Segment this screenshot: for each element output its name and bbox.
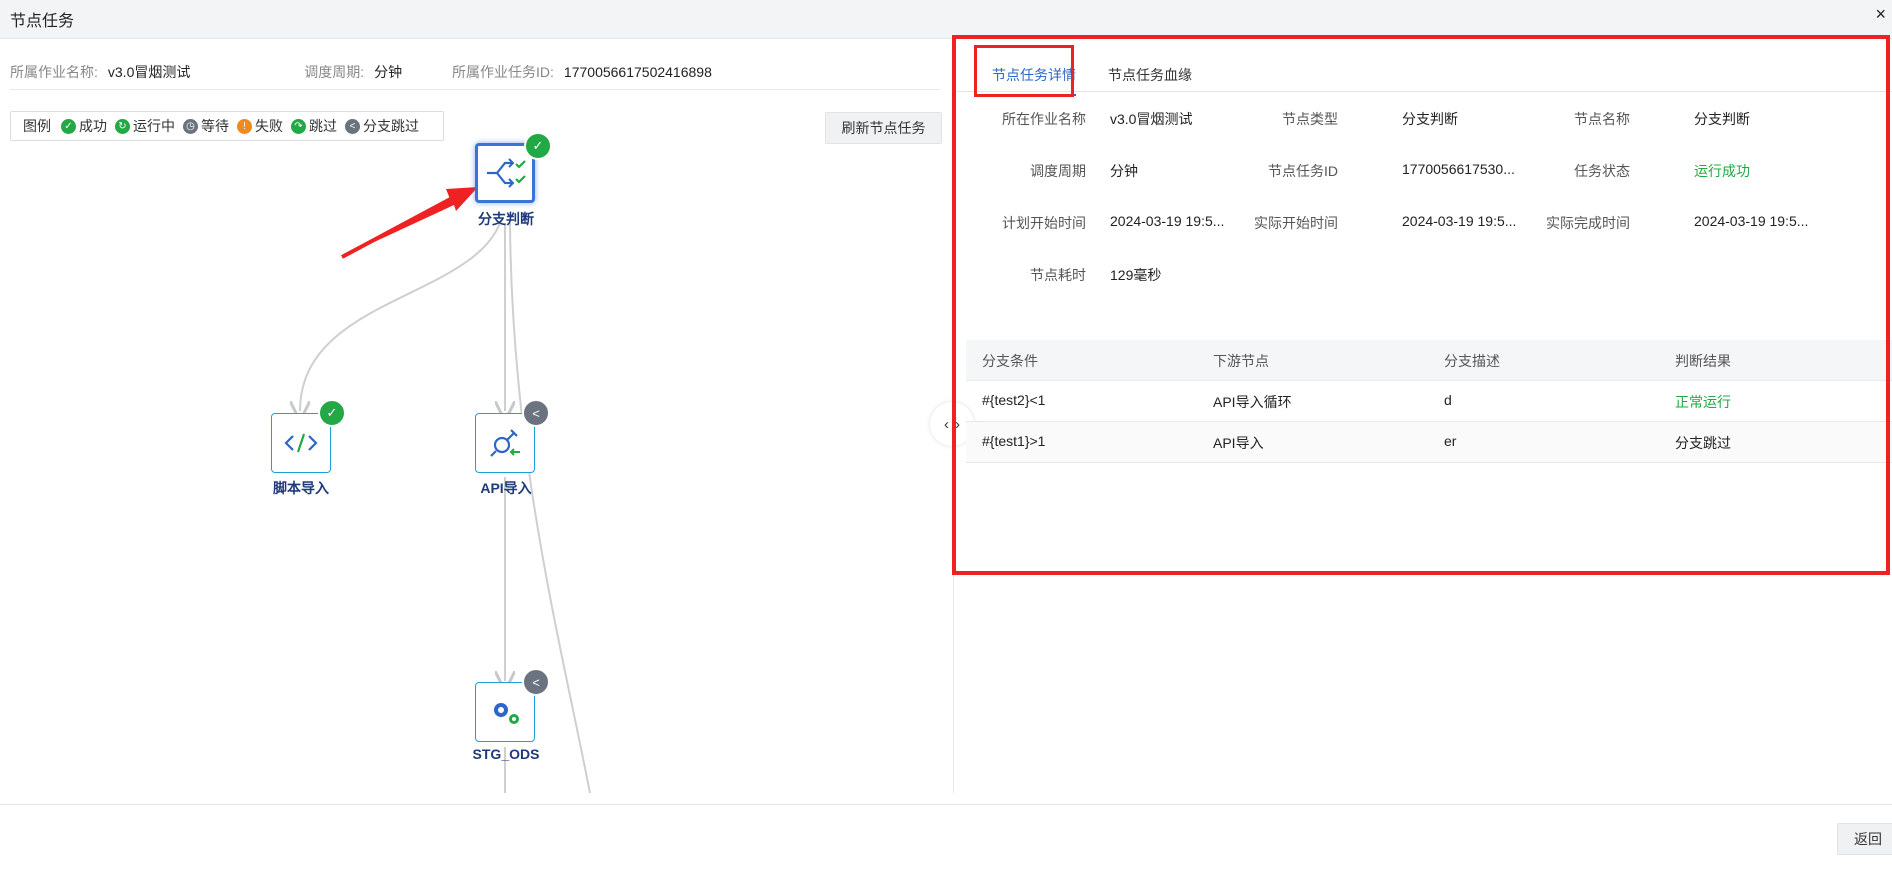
detail-job-name-label: 所在作业名称 (1002, 111, 1086, 127)
detail-job-name-value: v3.0冒烟测试 (1110, 111, 1193, 127)
table-header: 分支条件 下游节点 分支描述 判断结果 (966, 340, 1892, 381)
divider (956, 91, 1892, 92)
code-icon (284, 433, 318, 453)
branch-skipped-badge-icon: < (522, 399, 550, 427)
detail-task-status-value: 运行成功 (1694, 163, 1750, 179)
detail-actual-end-value: 2024-03-19 19:5... (1694, 213, 1809, 229)
node-label-api-import: API导入 (480, 480, 532, 496)
gears-icon (494, 703, 519, 724)
api-plug-icon (490, 429, 520, 457)
detail-node-task-id-value: 1770056617530... (1402, 161, 1515, 177)
cell-downstream: API导入 (1213, 435, 1264, 451)
detail-pane: 节点任务详情 节点任务血缘 所在作业名称 v3.0冒烟测试 节点类型 分支判断 … (956, 39, 1892, 793)
detail-actual-end-label: 实际完成时间 (1546, 215, 1630, 231)
branch-decision-icon (487, 158, 526, 188)
node-label-stg-ods: STG_ODS (472, 746, 540, 762)
node-label-script-import: 脚本导入 (273, 480, 329, 496)
branch-skipped-badge-icon: < (522, 668, 550, 696)
detail-duration-label: 节点耗时 (1030, 267, 1086, 283)
table-row: #{test2}<1 API导入循环 d 正常运行 (966, 381, 1892, 422)
header-condition: 分支条件 (982, 353, 1038, 369)
detail-cycle-label: 调度周期 (1030, 163, 1086, 179)
cell-result: 正常运行 (1675, 394, 1731, 410)
detail-node-type-label: 节点类型 (1282, 111, 1338, 127)
tab-node-task-detail[interactable]: 节点任务详情 (992, 65, 1076, 96)
chevron-left-icon: ‹ (944, 415, 949, 433)
detail-cycle-value: 分钟 (1110, 163, 1138, 179)
cell-description: d (1444, 392, 1452, 408)
header-downstream: 下游节点 (1213, 353, 1269, 369)
edge-branch-to-script (300, 222, 501, 411)
success-badge-icon: ✓ (318, 399, 346, 427)
cell-result: 分支跳过 (1675, 435, 1731, 451)
table-row: #{test1}>1 API导入 er 分支跳过 (966, 422, 1892, 463)
detail-node-type-value: 分支判断 (1402, 111, 1458, 127)
close-icon[interactable]: × (1875, 4, 1886, 25)
tab-node-task-lineage[interactable]: 节点任务血缘 (1108, 65, 1192, 85)
detail-node-name-value: 分支判断 (1694, 111, 1750, 127)
dag-pane: 所属作业名称: v3.0冒烟测试 调度周期: 分钟 所属作业任务ID: 1770056… (0, 39, 953, 793)
detail-task-status-label: 任务状态 (1574, 163, 1630, 179)
cell-description: er (1444, 433, 1457, 449)
header-result: 判断结果 (1675, 353, 1731, 369)
detail-node-task-id-label: 节点任务ID (1268, 163, 1338, 179)
dialog-title: 节点任务 (10, 13, 75, 30)
cell-downstream: API导入循环 (1213, 394, 1292, 410)
cell-condition: #{test2}<1 (982, 392, 1046, 408)
cell-condition: #{test1}>1 (982, 433, 1046, 449)
header-description: 分支描述 (1444, 353, 1500, 369)
detail-duration-value: 129毫秒 (1110, 267, 1162, 283)
detail-actual-start-label: 实际开始时间 (1254, 215, 1338, 231)
detail-node-name-label: 节点名称 (1574, 111, 1630, 127)
dialog-footer: 返回 (0, 804, 1892, 873)
detail-plan-start-label: 计划开始时间 (1002, 215, 1086, 231)
node-label-branch: 分支判断 (478, 211, 534, 227)
success-badge-icon: ✓ (524, 132, 552, 160)
back-button[interactable]: 返回 (1837, 823, 1892, 855)
dialog-titlebar: 节点任务 × (0, 0, 1892, 39)
